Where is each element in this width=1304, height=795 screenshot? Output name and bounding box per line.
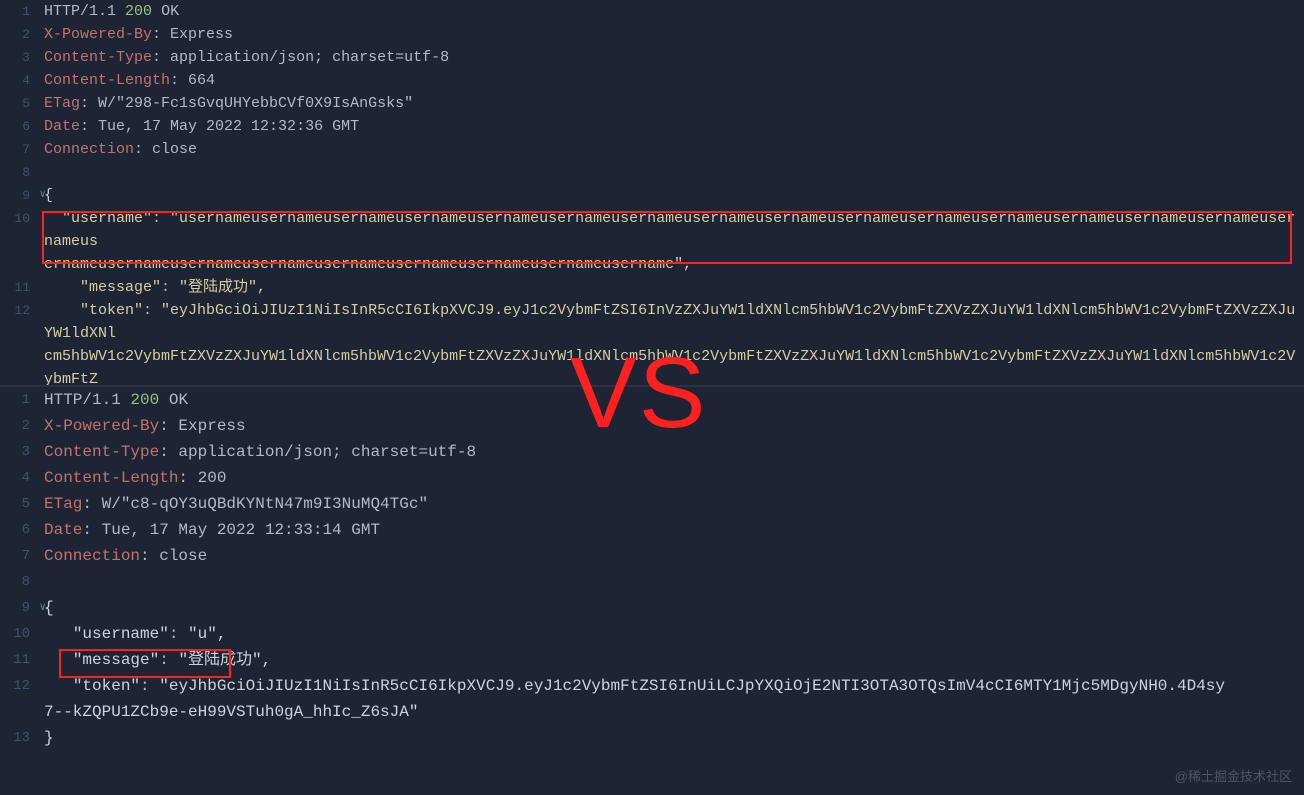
watermark: @稀土掘金技术社区: [1175, 766, 1292, 785]
line-7: 7 Connection: close: [0, 543, 1304, 569]
line-10: 10 "username": "u",: [0, 621, 1304, 647]
line-number: 3: [0, 46, 36, 69]
header-value: 200: [198, 469, 227, 487]
line-8: 8: [0, 161, 1304, 184]
header-value: W/"298-Fc1sGvqUHYebbCVf0X9IsAnGsks": [98, 95, 413, 112]
http-status: 200: [125, 3, 152, 20]
line-number: 12: [0, 299, 36, 322]
http-response-top: 1 HTTP/1.1 200 OK 2 X-Powered-By: Expres…: [0, 0, 1304, 385]
line-3: 3 Content-Type: application/json; charse…: [0, 46, 1304, 69]
header-name: ETag: [44, 495, 82, 513]
fold-icon[interactable]: ∨: [39, 595, 46, 621]
header-name: Content-Length: [44, 469, 178, 487]
line-7: 7 Connection: close: [0, 138, 1304, 161]
line-6: 6 Date: Tue, 17 May 2022 12:33:14 GMT: [0, 517, 1304, 543]
line-number: 1: [0, 0, 36, 23]
http-protocol: HTTP/1.1: [44, 3, 116, 20]
header-value: W/"c8-qOY3uQBdKYNtN47m9I3NuMQ4TGc": [102, 495, 428, 513]
json-value-message: "登陆成功",: [179, 279, 266, 296]
json-key-token: "token": [80, 302, 143, 319]
json-key-username: "username": [73, 625, 169, 643]
http-protocol: HTTP/1.1: [44, 391, 121, 409]
line-number: 1: [0, 387, 36, 413]
header-value: application/json; charset=utf-8: [170, 49, 449, 66]
line-5: 5 ETag: W/"298-Fc1sGvqUHYebbCVf0X9IsAnGs…: [0, 92, 1304, 115]
line-12: 12 "token": "eyJhbGciOiJIUzI1NiIsInR5cCI…: [0, 673, 1304, 699]
line-6: 6 Date: Tue, 17 May 2022 12:32:36 GMT: [0, 115, 1304, 138]
line-5: 5 ETag: W/"c8-qOY3uQBdKYNtN47m9I3NuMQ4TG…: [0, 491, 1304, 517]
line-number: 3: [0, 439, 36, 465]
line-number: 13: [0, 725, 36, 751]
line-number: 10: [0, 207, 36, 230]
line-number: 4: [0, 465, 36, 491]
header-name: X-Powered-By: [44, 26, 152, 43]
line-4: 4 Content-Length: 200: [0, 465, 1304, 491]
json-value-token: "eyJhbGciOiJIUzI1NiIsInR5cCI6IkpXVCJ9.ey…: [159, 677, 1225, 695]
line-12-wrap: 7--kZQPU1ZCb9e-eH99VSTuh0gA_hhIc_Z6sJA": [0, 699, 1304, 725]
line-number: 11: [0, 276, 36, 299]
line-13: 13 }: [0, 725, 1304, 751]
line-number: 9∨: [0, 595, 36, 621]
line-1: 1 HTTP/1.1 200 OK: [0, 0, 1304, 23]
line-10: 10 "username": "usernameusernameusername…: [0, 207, 1304, 253]
line-4: 4 Content-Length: 664: [0, 69, 1304, 92]
json-value-message: "登陆成功",: [178, 651, 271, 669]
http-ok: OK: [161, 3, 179, 20]
json-value-username: "u",: [188, 625, 226, 643]
json-key-message: "message": [80, 279, 161, 296]
header-name: Connection: [44, 547, 140, 565]
line-number: 6: [0, 115, 36, 138]
line-2: 2 X-Powered-By: Express: [0, 23, 1304, 46]
header-value: close: [159, 547, 207, 565]
line-9: 9∨ {: [0, 184, 1304, 207]
http-status: 200: [130, 391, 159, 409]
json-value-username: "usernameusernameusernameusernameusernam…: [44, 210, 1295, 250]
http-ok: OK: [169, 391, 188, 409]
json-value-username-wrap: ernameusernameusernameusernameusernameus…: [44, 256, 692, 273]
header-value: Express: [170, 26, 233, 43]
header-name: Date: [44, 521, 82, 539]
line-8: 8: [0, 569, 1304, 595]
header-value: Tue, 17 May 2022 12:32:36 GMT: [98, 118, 359, 135]
header-value: 664: [188, 72, 215, 89]
line-number: 5: [0, 491, 36, 517]
header-name: X-Powered-By: [44, 417, 159, 435]
fold-icon[interactable]: ∨: [39, 184, 46, 207]
header-name: Date: [44, 118, 80, 135]
header-name: Content-Type: [44, 443, 159, 461]
json-key-token: "token": [73, 677, 140, 695]
header-value: Tue, 17 May 2022 12:33:14 GMT: [102, 521, 380, 539]
header-value: application/json; charset=utf-8: [178, 443, 476, 461]
header-name: Connection: [44, 141, 134, 158]
line-11: 11 "message": "登陆成功",: [0, 647, 1304, 673]
line-number: 7: [0, 543, 36, 569]
line-number: 9∨: [0, 184, 36, 207]
header-name: Content-Length: [44, 72, 170, 89]
line-number: 7: [0, 138, 36, 161]
line-10-wrap: ernameusernameusernameusernameusernameus…: [0, 253, 1304, 276]
line-9: 9∨ {: [0, 595, 1304, 621]
line-number: 6: [0, 517, 36, 543]
line-number: 8: [0, 569, 36, 595]
header-name: Content-Type: [44, 49, 152, 66]
line-number: 2: [0, 413, 36, 439]
line-number: 5: [0, 92, 36, 115]
line-number: 10: [0, 621, 36, 647]
json-value-token-wrap: 7--kZQPU1ZCb9e-eH99VSTuh0gA_hhIc_Z6sJA": [44, 703, 418, 721]
line-number: 4: [0, 69, 36, 92]
header-name: ETag: [44, 95, 80, 112]
line-number: 12: [0, 673, 36, 699]
json-key-username: "username": [62, 210, 152, 227]
line-number: 11: [0, 647, 36, 673]
json-key-message: "message": [73, 651, 159, 669]
line-number: 8: [0, 161, 36, 184]
line-11: 11 "message": "登陆成功",: [0, 276, 1304, 299]
line-number: 2: [0, 23, 36, 46]
vs-comparison-label: VS: [570, 336, 707, 451]
header-value: close: [152, 141, 197, 158]
header-value: Express: [178, 417, 245, 435]
